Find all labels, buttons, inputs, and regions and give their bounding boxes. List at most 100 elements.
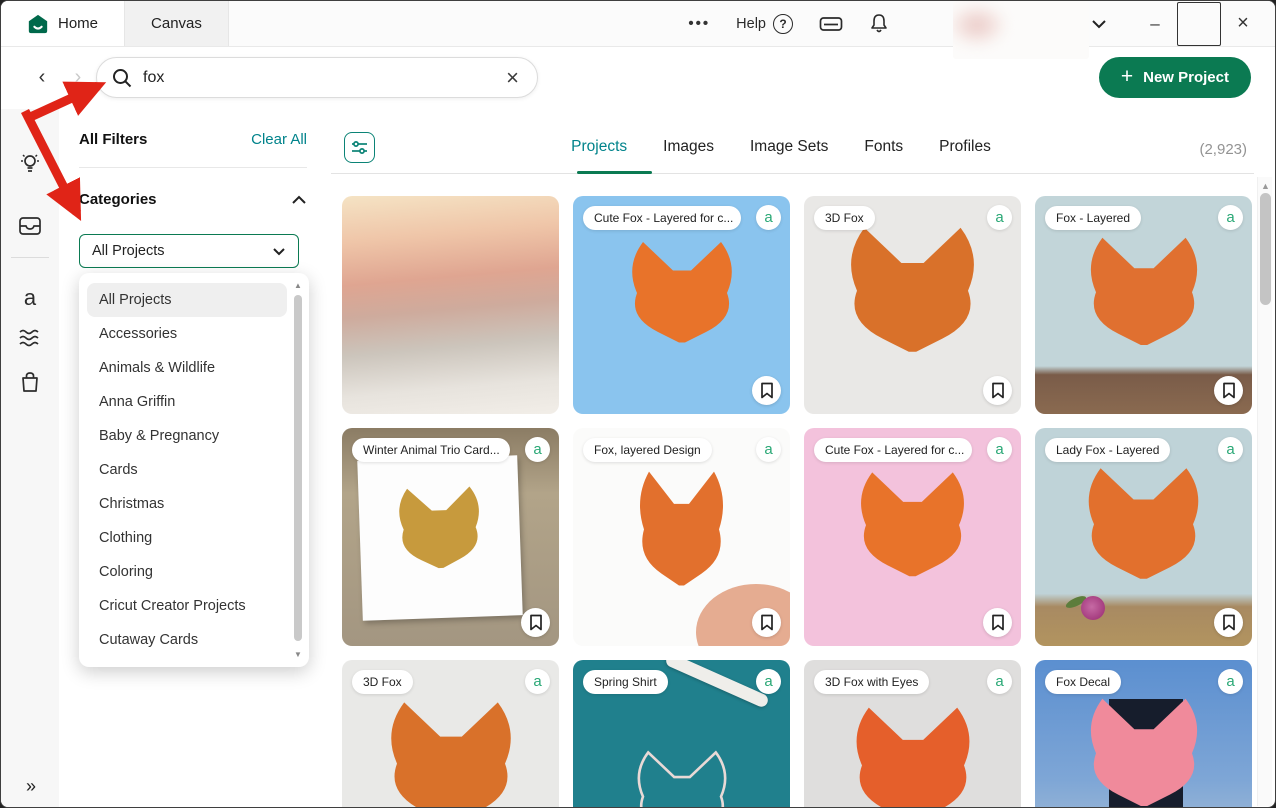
project-title: 3D Fox: [352, 670, 413, 694]
categories-collapse-chevron-icon[interactable]: [291, 195, 307, 205]
new-project-label: New Project: [1143, 69, 1229, 86]
maximize-icon: [1177, 2, 1221, 46]
dropdown-option[interactable]: All Projects: [87, 283, 287, 317]
project-title: 3D Fox with Eyes: [814, 670, 929, 694]
forward-button[interactable]: ›: [63, 62, 93, 92]
project-title: 3D Fox: [814, 206, 875, 230]
tab-projects[interactable]: Projects: [571, 138, 627, 160]
help-label: Help: [736, 16, 766, 32]
project-card[interactable]: Fox, layered Design a: [573, 428, 790, 646]
project-title: Lady Fox - Layered: [1045, 438, 1170, 462]
project-card[interactable]: 3D Fox with Eyes a: [804, 660, 1021, 808]
dropdown-scrollbar[interactable]: ▲ ▼: [293, 281, 303, 659]
bookmark-icon[interactable]: [1214, 608, 1243, 637]
expand-rail-button[interactable]: »: [1, 776, 59, 797]
new-project-button[interactable]: + New Project: [1099, 57, 1251, 98]
materials-waves-icon[interactable]: [1, 321, 59, 355]
maximize-button[interactable]: [1177, 2, 1221, 46]
help-question-icon: ?: [773, 14, 793, 34]
scroll-down-icon[interactable]: ▼: [293, 650, 303, 659]
dropdown-option[interactable]: Clothing: [87, 521, 287, 555]
dropdown-option[interactable]: Anna Griffin: [87, 385, 287, 419]
scrollbar-up-icon[interactable]: ▲: [1258, 181, 1273, 191]
project-card-blurred[interactable]: [342, 196, 559, 414]
project-card[interactable]: 3D Fox a: [804, 196, 1021, 414]
inbox-icon[interactable]: [1, 209, 59, 243]
blurred-username: [953, 1, 1089, 59]
project-grid: Cute Fox - Layered for c... a 3D Fox a F…: [342, 196, 1252, 808]
select-chevron-down-icon: [272, 247, 286, 256]
back-button[interactable]: ‹: [27, 62, 57, 92]
left-icon-rail: a »: [1, 109, 59, 808]
bookmark-icon[interactable]: [752, 376, 781, 405]
account-chevron-down-icon[interactable]: [1091, 19, 1107, 29]
dropdown-option[interactable]: Accessories: [87, 317, 287, 351]
access-badge-icon: a: [525, 437, 550, 462]
project-card[interactable]: Winter Animal Trio Card... a: [342, 428, 559, 646]
project-card[interactable]: Fox - Layered a: [1035, 196, 1252, 414]
dropdown-option[interactable]: Cricut Creator Projects: [87, 589, 287, 623]
access-badge-icon: a: [756, 205, 781, 230]
close-button[interactable]: ×: [1221, 2, 1265, 46]
main-scrollbar[interactable]: ▲: [1257, 177, 1272, 806]
tab-canvas[interactable]: Canvas: [124, 1, 229, 46]
dropdown-option[interactable]: Baby & Pregnancy: [87, 419, 287, 453]
tab-home[interactable]: Home: [1, 1, 124, 46]
project-card[interactable]: Cute Fox - Layered for c... a: [573, 196, 790, 414]
bookmark-icon[interactable]: [752, 608, 781, 637]
scroll-up-icon[interactable]: ▲: [293, 281, 303, 290]
main-scrollbar-thumb[interactable]: [1260, 193, 1271, 305]
project-card[interactable]: Fox Decal a: [1035, 660, 1252, 808]
dropdown-option[interactable]: Christmas: [87, 487, 287, 521]
machine-icon[interactable]: [819, 15, 843, 33]
project-title: Fox - Layered: [1045, 206, 1141, 230]
clear-all-link[interactable]: Clear All: [251, 131, 307, 148]
project-card[interactable]: 3D Fox a: [342, 660, 559, 808]
filter-toggle-button[interactable]: [344, 132, 375, 163]
search-bar[interactable]: ×: [96, 57, 538, 98]
ideas-lightbulb-icon[interactable]: [1, 147, 59, 181]
access-badge-icon: a: [1218, 205, 1243, 230]
minimize-button[interactable]: –: [1133, 2, 1177, 46]
project-title: Cute Fox - Layered for c...: [814, 438, 972, 462]
project-card[interactable]: Lady Fox - Layered a: [1035, 428, 1252, 646]
dropdown-option[interactable]: Coloring: [87, 555, 287, 589]
access-badge-icon: a: [987, 205, 1012, 230]
overflow-menu-icon[interactable]: •••: [688, 15, 710, 32]
filter-divider: [79, 167, 307, 168]
all-filters-title: All Filters: [79, 131, 147, 148]
help-menu[interactable]: Help ?: [736, 14, 793, 34]
project-title: Fox Decal: [1045, 670, 1121, 694]
project-card[interactable]: Cute Fox - Layered for c... a: [804, 428, 1021, 646]
project-title: Winter Animal Trio Card...: [352, 438, 510, 462]
access-badge-icon: a: [525, 669, 550, 694]
category-select[interactable]: All Projects: [79, 234, 299, 268]
results-count: (2,923): [1199, 141, 1247, 158]
notifications-bell-icon[interactable]: [869, 13, 889, 35]
project-card[interactable]: Spring Shirt a: [573, 660, 790, 808]
cricut-access-icon[interactable]: a: [1, 281, 59, 315]
tab-image-sets[interactable]: Image Sets: [750, 138, 828, 160]
bookmark-icon[interactable]: [983, 608, 1012, 637]
app-window: Home Canvas ••• Help ? – ×: [0, 0, 1276, 808]
access-badge-icon: a: [987, 669, 1012, 694]
bookmark-icon[interactable]: [521, 608, 550, 637]
dropdown-option[interactable]: Animals & Wildlife: [87, 351, 287, 385]
dropdown-option[interactable]: Cards: [87, 453, 287, 487]
tab-images[interactable]: Images: [663, 138, 714, 160]
category-dropdown: All Projects Accessories Animals & Wildl…: [79, 273, 309, 667]
plus-icon: +: [1121, 65, 1133, 89]
dropdown-scrollbar-thumb[interactable]: [294, 295, 302, 641]
bookmark-icon[interactable]: [1214, 376, 1243, 405]
clear-search-icon[interactable]: ×: [502, 65, 523, 91]
bookmark-icon[interactable]: [983, 376, 1012, 405]
cricut-logo-icon: [27, 13, 49, 35]
shop-bag-icon[interactable]: [1, 365, 59, 399]
search-input[interactable]: [143, 69, 492, 87]
tab-profiles[interactable]: Profiles: [939, 138, 991, 160]
tabs-divider: [331, 173, 1254, 174]
tab-fonts[interactable]: Fonts: [864, 138, 903, 160]
access-badge-icon: a: [1218, 437, 1243, 462]
dropdown-option[interactable]: Cutaway Cards: [87, 623, 287, 657]
canvas-tab-label: Canvas: [151, 15, 202, 32]
